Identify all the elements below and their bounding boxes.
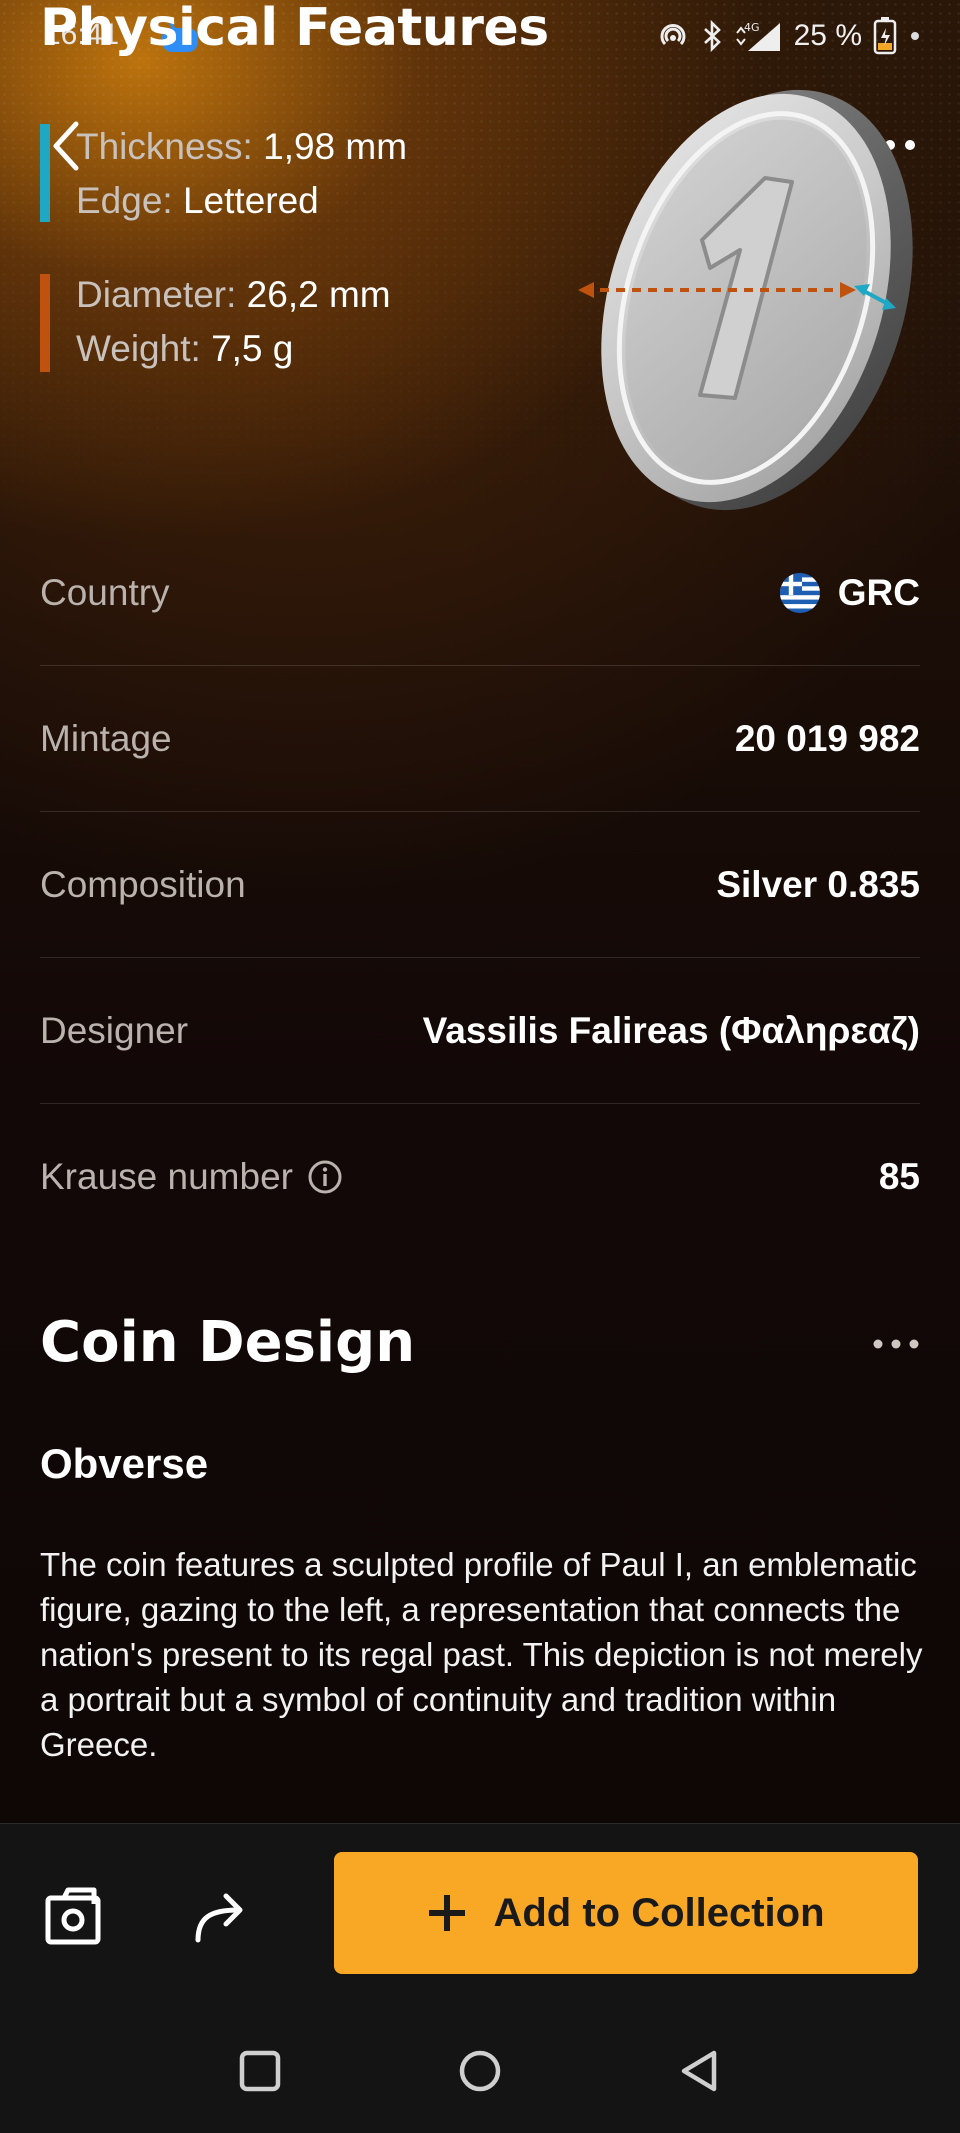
designer-label: Designer (40, 1009, 189, 1051)
krause-label-group: Krause number (40, 1156, 343, 1198)
weight-value: 7,5 g (211, 328, 294, 369)
battery-icon (873, 17, 897, 55)
network-type: 4G (744, 21, 760, 34)
thickness-value: 1,98 mm (263, 126, 408, 167)
designer-value: Vassilis Falireas (Φαληρεαζ) (422, 1009, 920, 1051)
edge-line: Edge: Lettered (76, 180, 319, 222)
detail-row-mintage: Mintage 20 019 982 (40, 666, 920, 812)
notification-dot-icon (911, 32, 919, 40)
nav-home-icon[interactable] (458, 2049, 502, 2093)
composition-value: Silver 0.835 (716, 863, 920, 905)
diameter-value: 26,2 mm (246, 274, 391, 315)
battery-percent: 25 % (793, 19, 862, 52)
camera-icon[interactable] (42, 1884, 106, 1948)
krause-label: Krause number (40, 1156, 293, 1197)
add-to-collection-label: Add to Collection (493, 1890, 825, 1935)
diameter-weight-group: Diameter: 26,2 mm Weight: 7,5 g (40, 274, 500, 374)
obverse-description: The coin features a sculpted profile of … (40, 1546, 923, 1763)
thickness-line: Thickness: 1,98 mm (76, 126, 407, 168)
thickness-label: Thickness: (76, 126, 253, 167)
thickness-accent-bar (40, 124, 50, 222)
detail-row-designer: Designer Vassilis Falireas (Φαληρεαζ) (40, 958, 920, 1104)
edge-label: Edge: (76, 180, 173, 221)
signal-icon: 4G (735, 21, 780, 51)
country-value-group: GRC (779, 571, 920, 614)
detail-row-country: Country GRC (40, 520, 920, 666)
composition-label: Composition (40, 863, 246, 905)
section-more-icon[interactable] (872, 1334, 920, 1354)
edge-value: Lettered (182, 180, 319, 221)
detail-row-krause: Krause number 85 (40, 1104, 920, 1250)
plus-icon (429, 1895, 466, 1931)
add-to-collection-button[interactable]: Add to Collection (334, 1852, 918, 1974)
mintage-label: Mintage (40, 717, 172, 759)
coin-details: Country GRC Mintage 20 019 982 Compositi… (40, 520, 920, 1250)
nav-back-icon[interactable] (678, 2049, 722, 2093)
bottom-action-bar: Add to Collection (0, 1823, 960, 2005)
page-title: Physical Features (40, 0, 549, 58)
nav-recents-icon[interactable] (238, 2049, 282, 2093)
mintage-value: 20 019 982 (734, 717, 920, 759)
country-label: Country (40, 571, 170, 613)
detail-row-composition: Composition Silver 0.835 (40, 812, 920, 958)
coin-illustration (578, 89, 913, 511)
greece-flag-icon (779, 572, 820, 613)
weight-label: Weight: (76, 328, 201, 369)
share-icon[interactable] (188, 1884, 252, 1948)
system-nav-bar (0, 2005, 960, 2133)
info-icon[interactable] (307, 1159, 343, 1195)
status-icons: 4G 25 % (656, 16, 920, 56)
bluetooth-icon (703, 19, 721, 53)
weight-line: Weight: 7,5 g (76, 328, 293, 370)
diameter-line: Diameter: 26,2 mm (76, 274, 391, 316)
hotspot-icon (660, 24, 686, 46)
krause-value: 85 (878, 1156, 920, 1197)
country-value: GRC (837, 571, 920, 613)
thickness-edge-group: Thickness: 1,98 mm Edge: Lettered (40, 124, 500, 224)
diameter-label: Diameter: (76, 274, 237, 315)
obverse-title: Obverse (40, 1440, 209, 1487)
section-title-coin-design: Coin Design (40, 1310, 416, 1375)
diameter-accent-bar (40, 274, 50, 372)
